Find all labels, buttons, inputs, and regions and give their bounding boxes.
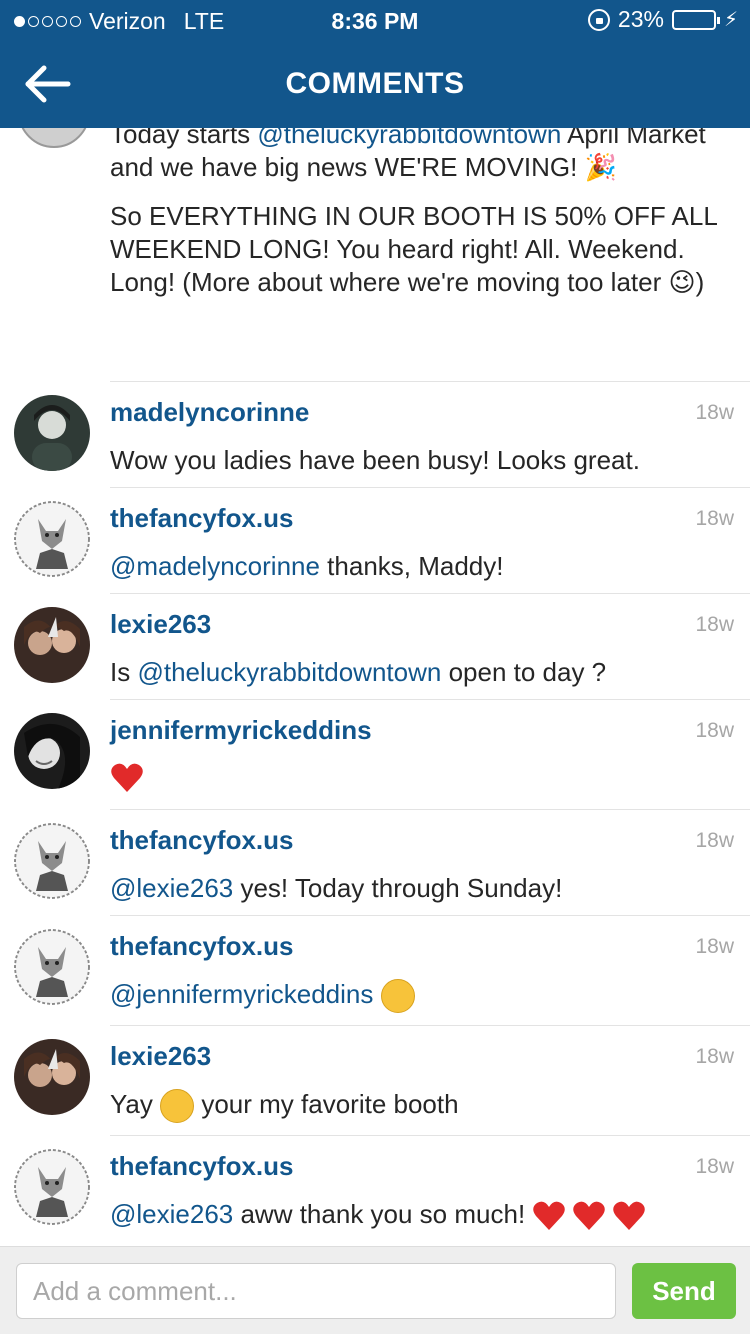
comment-text: @jennifermyrickeddins: [110, 979, 415, 1014]
comment-row: jennifermyrickeddins 18w: [0, 699, 750, 809]
comments-list[interactable]: Today starts @theluckyrabbitdowntown Apr…: [0, 0, 750, 1246]
nav-bar: COMMENTS: [0, 40, 750, 128]
comment-text: @lexie263 yes! Today through Sunday!: [110, 873, 563, 903]
battery-percent: 23%: [617, 6, 664, 32]
divider: [110, 381, 750, 382]
kiss-emoji-icon: [380, 979, 415, 1014]
divider: [110, 1025, 750, 1026]
heart-icon: [533, 1201, 566, 1231]
comment-text: [110, 761, 150, 794]
comment-text: Wow you ladies have been busy! Looks gre…: [110, 445, 640, 475]
comment-composer: Send: [0, 1246, 750, 1334]
comment-row: thefancyfox.us 18w @jennifermyrickeddins: [0, 915, 750, 1025]
comment-username[interactable]: madelyncorinne: [110, 397, 309, 428]
comment-row: thefancyfox.us 18w @lexie263 aww thank y…: [0, 1135, 750, 1246]
divider: [110, 699, 750, 700]
comment-text: Is @theluckyrabbitdowntown open to day ?: [110, 657, 607, 687]
grin-emoji-icon: [160, 1089, 195, 1124]
fox-avatar[interactable]: [14, 1149, 90, 1225]
comment-mention[interactable]: @jennifermyrickeddins: [110, 979, 373, 1009]
comment-mention[interactable]: @lexie263: [110, 873, 233, 903]
divider: [110, 487, 750, 488]
comment-row: thefancyfox.us 18w @lexie263 yes! Today …: [0, 809, 750, 915]
comment-username[interactable]: thefancyfox.us: [110, 825, 294, 856]
comment-row: lexie263 18w Is @theluckyrabbitdowntown …: [0, 593, 750, 699]
battery-icon: [671, 9, 720, 30]
divider: [110, 809, 750, 810]
comment-text: Yay your my favorite booth: [110, 1089, 459, 1124]
fox-avatar[interactable]: [14, 501, 90, 577]
comment-time: 18w: [695, 507, 734, 530]
comment-time: 18w: [695, 1155, 734, 1178]
comment-row: thefancyfox.us 18w @madelyncorinne thank…: [0, 487, 750, 593]
divider: [110, 593, 750, 594]
comment-username[interactable]: lexie263: [110, 609, 211, 640]
comment-row: madelyncorinne 18w Wow you ladies have b…: [0, 381, 750, 487]
comment-username[interactable]: jennifermyrickeddins: [110, 715, 372, 746]
comment-text: @lexie263 aww thank you so much!: [110, 1199, 652, 1232]
comment-time: 18w: [695, 613, 734, 636]
fox-avatar[interactable]: [14, 823, 90, 899]
avatar[interactable]: [14, 1039, 90, 1115]
fox-avatar[interactable]: [14, 929, 90, 1005]
comment-time: 18w: [695, 719, 734, 742]
heart-icon: [573, 1201, 606, 1231]
send-button[interactable]: Send: [632, 1263, 736, 1319]
page-title: COMMENTS: [285, 67, 465, 100]
comment-username[interactable]: lexie263: [110, 1041, 211, 1072]
comment-mention[interactable]: @lexie263: [110, 1199, 233, 1229]
header-bar: Verizon LTE 8:36 PM 23% ⚡ COMMENTS: [0, 0, 750, 128]
comment-time: 18w: [695, 401, 734, 424]
divider: [110, 915, 750, 916]
heart-icon: [111, 763, 143, 793]
comment-username[interactable]: thefancyfox.us: [110, 503, 294, 534]
divider: [110, 1135, 750, 1136]
comment-time: 18w: [695, 1045, 734, 1068]
charging-bolt-icon: ⚡: [723, 9, 738, 31]
comment-mention[interactable]: @theluckyrabbitdowntown: [137, 657, 441, 687]
comment-time: 18w: [695, 935, 734, 958]
comment-mention[interactable]: @madelyncorinne: [110, 551, 320, 581]
rotation-lock-icon: [587, 8, 610, 31]
comment-time: 18w: [695, 829, 734, 852]
comment-username[interactable]: thefancyfox.us: [110, 931, 294, 962]
comment-row: lexie263 18w Yay your my favorite booth: [0, 1025, 750, 1135]
heart-icon: [613, 1201, 646, 1231]
comment-input[interactable]: [16, 1263, 616, 1319]
status-bar: Verizon LTE 8:36 PM 23% ⚡: [0, 0, 750, 40]
avatar[interactable]: [14, 395, 90, 471]
avatar[interactable]: [14, 713, 90, 789]
caption-text: Today starts @theluckyrabbitdowntown Apr…: [110, 119, 717, 297]
avatar[interactable]: [14, 607, 90, 683]
comment-text: @madelyncorinne thanks, Maddy!: [110, 551, 504, 581]
comment-username[interactable]: thefancyfox.us: [110, 1151, 294, 1182]
